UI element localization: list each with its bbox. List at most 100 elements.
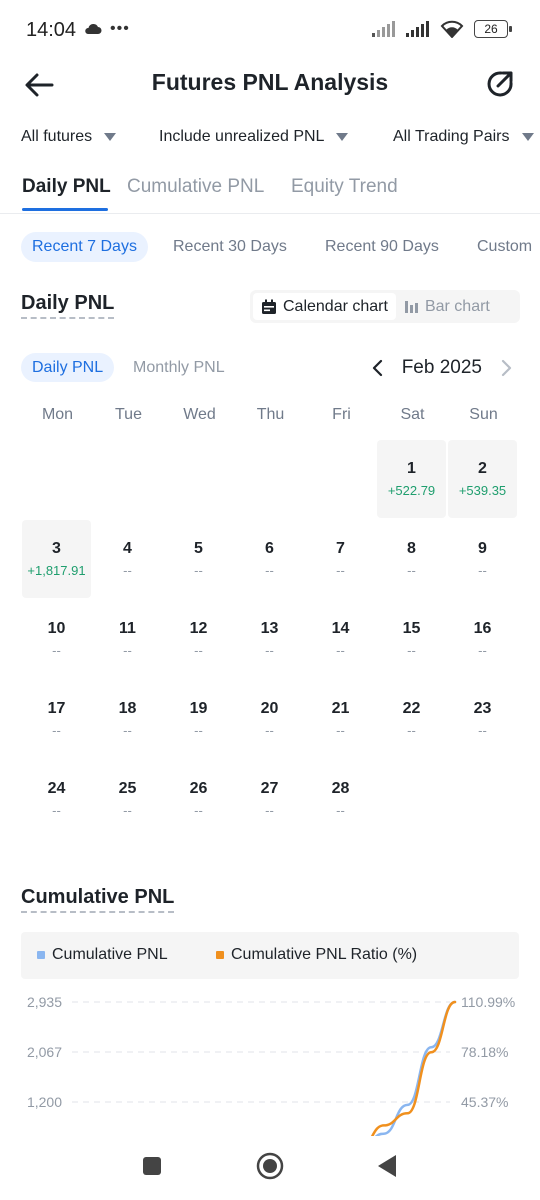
- calendar-day-cell[interactable]: 24 --: [22, 760, 91, 838]
- filter-unrealized-pnl[interactable]: Include unrealized PNL: [159, 128, 349, 146]
- range-custom[interactable]: Custom: [477, 232, 532, 262]
- day-number: 23: [473, 700, 492, 717]
- calendar-day-cell[interactable]: 21 --: [306, 680, 375, 758]
- calendar-chart-option[interactable]: Calendar chart: [253, 293, 396, 320]
- calendar-day-cell[interactable]: 15 --: [377, 600, 446, 678]
- status-bar: 14:04 ••• 26: [0, 0, 540, 60]
- chevron-left-icon[interactable]: [368, 358, 388, 378]
- tab-daily-pnl[interactable]: Daily PNL: [22, 176, 111, 198]
- tab-cumulative-pnl[interactable]: Cumulative PNL: [127, 176, 264, 198]
- calendar-day-cell[interactable]: 16 --: [448, 600, 517, 678]
- day-pnl-value: --: [478, 643, 487, 658]
- day-number: 17: [47, 700, 66, 717]
- calendar-day-cell[interactable]: 13 --: [235, 600, 304, 678]
- day-number: 8: [407, 540, 416, 557]
- legend-label: Cumulative PNL: [52, 946, 168, 963]
- calendar-day-cell[interactable]: 6 --: [235, 520, 304, 598]
- weekday-label: Thu: [256, 406, 285, 423]
- tab-equity-trend[interactable]: Equity Trend: [291, 176, 398, 198]
- signal-icon-2: [406, 21, 429, 37]
- legend-label: Cumulative PNL Ratio (%): [231, 946, 418, 963]
- status-right-icons: 26: [372, 20, 512, 38]
- chevron-right-icon[interactable]: [496, 358, 516, 378]
- day-pnl-value: --: [336, 563, 345, 578]
- series-line: [370, 1000, 457, 1136]
- day-pnl-value: --: [265, 723, 274, 738]
- calendar-day-cell[interactable]: 10 --: [22, 600, 91, 678]
- status-time: 14:04: [26, 19, 77, 41]
- filter-futures-type[interactable]: All futures: [21, 128, 117, 146]
- calendar-day-cell[interactable]: 17 --: [22, 680, 91, 758]
- filter-label: Include unrealized PNL: [159, 128, 325, 145]
- battery-icon: 26: [474, 20, 512, 38]
- day-pnl-value: --: [407, 643, 416, 658]
- recent-apps-button[interactable]: [142, 1156, 162, 1176]
- calendar-day-cell[interactable]: 22 --: [377, 680, 446, 758]
- share-icon[interactable]: [484, 68, 516, 100]
- pnl-calendar: 1 +522.79 2 +539.35 3 +1,817.91 4 -- 5 -- 6 -- 7 -- 8 -…: [22, 440, 519, 838]
- day-number: 12: [189, 620, 208, 637]
- calendar-day-cell[interactable]: 28 --: [306, 760, 375, 838]
- day-number: 20: [260, 700, 279, 717]
- weekday-label: Tue: [115, 406, 142, 423]
- calendar-day-cell[interactable]: 12 --: [164, 600, 233, 678]
- day-pnl-value: --: [336, 643, 345, 658]
- back-button[interactable]: [376, 1154, 398, 1178]
- range-recent-30-days[interactable]: Recent 30 Days: [173, 232, 287, 262]
- wifi-icon: [440, 20, 464, 38]
- filter-trading-pairs[interactable]: All Trading Pairs: [393, 128, 534, 146]
- home-button[interactable]: [256, 1152, 284, 1180]
- range-recent-7-days[interactable]: Recent 7 Days: [21, 232, 148, 262]
- calendar-day-cell[interactable]: 11 --: [93, 600, 162, 678]
- calendar-day-cell[interactable]: 1 +522.79: [377, 440, 446, 518]
- calendar-icon: [262, 299, 276, 314]
- day-number: 21: [331, 700, 350, 717]
- signal-icon: [372, 21, 395, 37]
- weekday-header: Mon Tue Wed Thu Fri Sat Sun: [22, 406, 519, 424]
- weekday-label: Fri: [332, 406, 351, 423]
- calendar-day-cell[interactable]: 19 --: [164, 680, 233, 758]
- calendar-day-cell[interactable]: 18 --: [93, 680, 162, 758]
- weekday-label: Wed: [183, 406, 216, 423]
- calendar-day-cell[interactable]: 8 --: [377, 520, 446, 598]
- calendar-day-cell[interactable]: 5 --: [164, 520, 233, 598]
- day-number: 11: [119, 620, 136, 637]
- y-axis-left-tick: 2,935: [27, 994, 62, 1010]
- calendar-empty-cell: [306, 440, 375, 518]
- calendar-day-cell[interactable]: 2 +539.35: [448, 440, 517, 518]
- day-pnl-value: --: [265, 803, 274, 818]
- caret-down-icon: [104, 133, 117, 141]
- bar-chart-icon: [404, 301, 418, 313]
- filter-row: All futures Include unrealized PNL All T…: [0, 128, 540, 154]
- cumulative-pnl-chart: 2,935 110.99% 2,067 78.18% 1,200 45.37%: [27, 994, 515, 1136]
- calendar-day-cell[interactable]: 26 --: [164, 760, 233, 838]
- day-number: 28: [331, 780, 350, 797]
- calendar-day-cell[interactable]: 3 +1,817.91: [22, 520, 91, 598]
- day-number: 9: [478, 540, 487, 557]
- day-number: 10: [47, 620, 66, 637]
- day-pnl-value: --: [194, 643, 203, 658]
- calendar-day-cell[interactable]: 27 --: [235, 760, 304, 838]
- tab-daily[interactable]: Daily PNL: [21, 353, 115, 382]
- y-axis-right-tick: 45.37%: [461, 1094, 508, 1110]
- day-pnl-value: +1,817.91: [27, 563, 86, 578]
- calendar-day-cell[interactable]: 7 --: [306, 520, 375, 598]
- day-number: 18: [118, 700, 137, 717]
- calendar-day-cell[interactable]: 14 --: [306, 600, 375, 678]
- day-number: 3: [52, 540, 61, 557]
- series-line: [374, 1000, 457, 1136]
- day-number: 25: [118, 780, 137, 797]
- calendar-day-cell[interactable]: 20 --: [235, 680, 304, 758]
- y-axis-left-tick: 1,200: [27, 1094, 62, 1110]
- day-number: 14: [331, 620, 350, 637]
- tab-monthly[interactable]: Monthly PNL: [133, 353, 225, 382]
- calendar-day-cell[interactable]: 4 --: [93, 520, 162, 598]
- calendar-day-cell[interactable]: 23 --: [448, 680, 517, 758]
- bar-chart-option[interactable]: Bar chart: [396, 293, 498, 320]
- calendar-day-cell[interactable]: 25 --: [93, 760, 162, 838]
- calendar-empty-cell: [22, 440, 91, 518]
- day-pnl-value: --: [478, 723, 487, 738]
- current-month-label: Feb 2025: [401, 356, 482, 378]
- calendar-day-cell[interactable]: 9 --: [448, 520, 517, 598]
- range-recent-90-days[interactable]: Recent 90 Days: [325, 232, 439, 262]
